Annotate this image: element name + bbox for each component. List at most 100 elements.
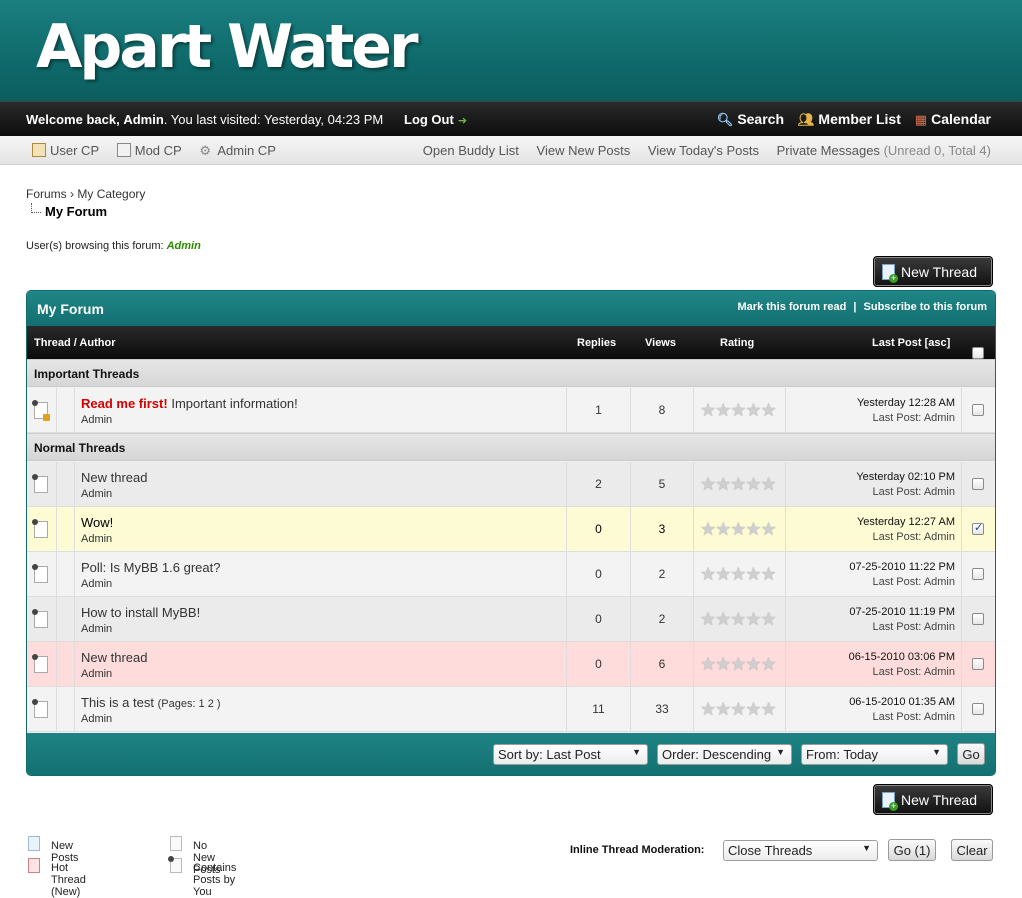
subscribe-forum-link[interactable]: Subscribe to this forum <box>864 301 987 313</box>
logout-link[interactable]: Log Out ➜ <box>404 112 467 127</box>
inline-clear-label: Clear <box>956 843 988 858</box>
breadcrumb-forums[interactable]: Forums <box>26 187 67 201</box>
admin-cp-link[interactable]: ⚙ Admin CP <box>199 143 276 158</box>
view-todays-posts-link[interactable]: View Today's Posts <box>648 143 759 158</box>
thread-pages[interactable]: (Pages: 1 2 ) <box>158 698 221 710</box>
logout-label: Log Out <box>404 112 454 127</box>
replies-count[interactable]: 1 <box>567 403 630 417</box>
last-post-date[interactable]: Yesterday 02:10 PM <box>856 471 955 483</box>
thread-moderation-checkbox[interactable] <box>972 568 984 580</box>
panel-links-bar: User CP Mod CP ⚙ Admin CP Open Buddy List… <box>0 136 1022 165</box>
private-messages-link[interactable]: Private Messages (Unread 0, Total 4) <box>777 143 991 158</box>
from-select[interactable]: From: Today ▼ <box>801 744 948 765</box>
last-post-date[interactable]: 07-25-2010 11:19 PM <box>849 606 955 618</box>
replies-count[interactable]: 0 <box>567 612 630 626</box>
site-logo[interactable]: Apart Water <box>36 12 419 82</box>
sort-go-button[interactable]: Go <box>957 743 985 765</box>
star-rating[interactable]: ★★★★★ <box>700 474 777 495</box>
thread-author[interactable]: Admin <box>81 623 112 635</box>
replies-count[interactable]: 0 <box>567 522 630 536</box>
table-row: This is a test (Pages: 1 2 ) Admin 11 33… <box>27 687 995 732</box>
thread-subject[interactable]: New thread <box>81 470 147 485</box>
thread-subject[interactable]: This is a test (Pages: 1 2 ) <box>81 695 221 710</box>
thread-moderation-checkbox[interactable] <box>972 404 984 416</box>
star-rating[interactable]: ★★★★★ <box>700 400 777 421</box>
rating-cell: ★★★★★ <box>694 462 786 506</box>
last-post-author[interactable]: Last Post: Admin <box>872 412 955 424</box>
order-select[interactable]: Order: Descending ▼ <box>657 744 792 765</box>
new-thread-button-top[interactable]: New Thread <box>873 256 993 287</box>
thread-subject[interactable]: New thread <box>81 650 147 665</box>
thread-author[interactable]: Admin <box>81 414 112 426</box>
star-rating[interactable]: ★★★★★ <box>700 654 777 675</box>
col-views[interactable]: Views <box>645 337 676 349</box>
last-post-author[interactable]: Last Post: Admin <box>872 486 955 498</box>
inline-moderation-clear-button[interactable]: Clear <box>951 839 993 861</box>
table-row: Wow! Admin 0 3 ★★★★★ Yesterday 12:27 AM … <box>27 507 995 552</box>
thread-author[interactable]: Admin <box>81 533 112 545</box>
last-post-author[interactable]: Last Post: Admin <box>872 621 955 633</box>
thread-moderation-checkbox[interactable] <box>972 613 984 625</box>
views-cell: 33 <box>631 687 694 731</box>
chevron-down-icon: ▼ <box>932 747 941 757</box>
last-post-date[interactable]: Yesterday 12:27 AM <box>857 516 955 528</box>
replies-count[interactable]: 0 <box>567 567 630 581</box>
member-list-link[interactable]: 👥︎ Member List <box>798 111 901 127</box>
col-replies[interactable]: Replies <box>577 337 616 349</box>
inline-moderation-select[interactable]: Close Threads ▼ <box>723 840 878 861</box>
last-post-author[interactable]: Last Post: Admin <box>872 711 955 723</box>
thread-author[interactable]: Admin <box>81 713 112 725</box>
views-cell: 8 <box>631 388 694 432</box>
star-rating[interactable]: ★★★★★ <box>700 609 777 630</box>
sort-by-select[interactable]: Sort by: Last Post ▼ <box>493 744 648 765</box>
replies-count[interactable]: 11 <box>567 702 630 716</box>
search-link[interactable]: 🔍︎ Search <box>717 111 784 127</box>
thread-subject[interactable]: Wow! <box>81 515 113 530</box>
thread-moderation-checkbox[interactable] <box>972 658 984 670</box>
last-post-author[interactable]: Last Post: Admin <box>872 531 955 543</box>
col-last-post[interactable]: Last Post [asc] <box>872 337 950 349</box>
replies-count[interactable]: 2 <box>567 477 630 491</box>
thread-subject[interactable]: How to install MyBB! <box>81 605 200 620</box>
view-new-posts-link[interactable]: View New Posts <box>537 143 631 158</box>
welcome-username[interactable]: Admin <box>123 112 163 127</box>
thread-moderation-checkbox[interactable] <box>972 703 984 715</box>
site-header: Apart Water <box>0 0 1022 101</box>
col-thread-author[interactable]: Thread / Author <box>34 337 115 349</box>
buddy-list-link[interactable]: Open Buddy List <box>423 143 519 158</box>
thread-moderation-checkbox[interactable] <box>972 478 984 490</box>
last-post-author[interactable]: Last Post: Admin <box>872 576 955 588</box>
mod-cp-link[interactable]: Mod CP <box>116 143 182 158</box>
user-cp-icon <box>32 143 46 157</box>
last-post-date[interactable]: 06-15-2010 03:06 PM <box>849 651 955 663</box>
last-post-date[interactable]: 06-15-2010 01:35 AM <box>849 696 955 708</box>
thread-subject[interactable]: Read me first! Important information! <box>81 396 298 411</box>
views-cell: 5 <box>631 462 694 506</box>
new-thread-icon <box>882 792 898 811</box>
mod-cp-icon <box>116 143 131 157</box>
breadcrumb-category[interactable]: My Category <box>77 187 145 201</box>
star-rating[interactable]: ★★★★★ <box>700 564 777 585</box>
last-post-date[interactable]: Yesterday 12:28 AM <box>857 397 955 409</box>
thread-author[interactable]: Admin <box>81 488 112 500</box>
star-rating[interactable]: ★★★★★ <box>700 519 777 540</box>
thread-posticon-cell <box>57 388 75 432</box>
calendar-link[interactable]: ▦ Calendar <box>915 111 991 127</box>
thread-subject[interactable]: Poll: Is MyBB 1.6 great? <box>81 560 220 575</box>
star-rating[interactable]: ★★★★★ <box>700 699 777 720</box>
replies-cell: 11 <box>567 687 631 731</box>
user-cp-link[interactable]: User CP <box>32 143 99 158</box>
forum-title: My Forum <box>37 301 104 317</box>
new-thread-button-bottom[interactable]: New Thread <box>873 784 993 815</box>
last-post-date[interactable]: 07-25-2010 11:22 PM <box>849 561 955 573</box>
browsing-user[interactable]: Admin <box>167 240 201 252</box>
thread-author[interactable]: Admin <box>81 668 112 680</box>
col-rating[interactable]: Rating <box>720 337 754 349</box>
replies-count[interactable]: 0 <box>567 657 630 671</box>
thread-author[interactable]: Admin <box>81 578 112 590</box>
inline-moderation-go-button[interactable]: Go (1) <box>888 839 936 861</box>
thread-moderation-checkbox[interactable] <box>972 521 984 535</box>
last-post-author[interactable]: Last Post: Admin <box>872 666 955 678</box>
select-all-box[interactable] <box>972 347 984 359</box>
mark-forum-read-link[interactable]: Mark this forum read <box>738 301 847 313</box>
